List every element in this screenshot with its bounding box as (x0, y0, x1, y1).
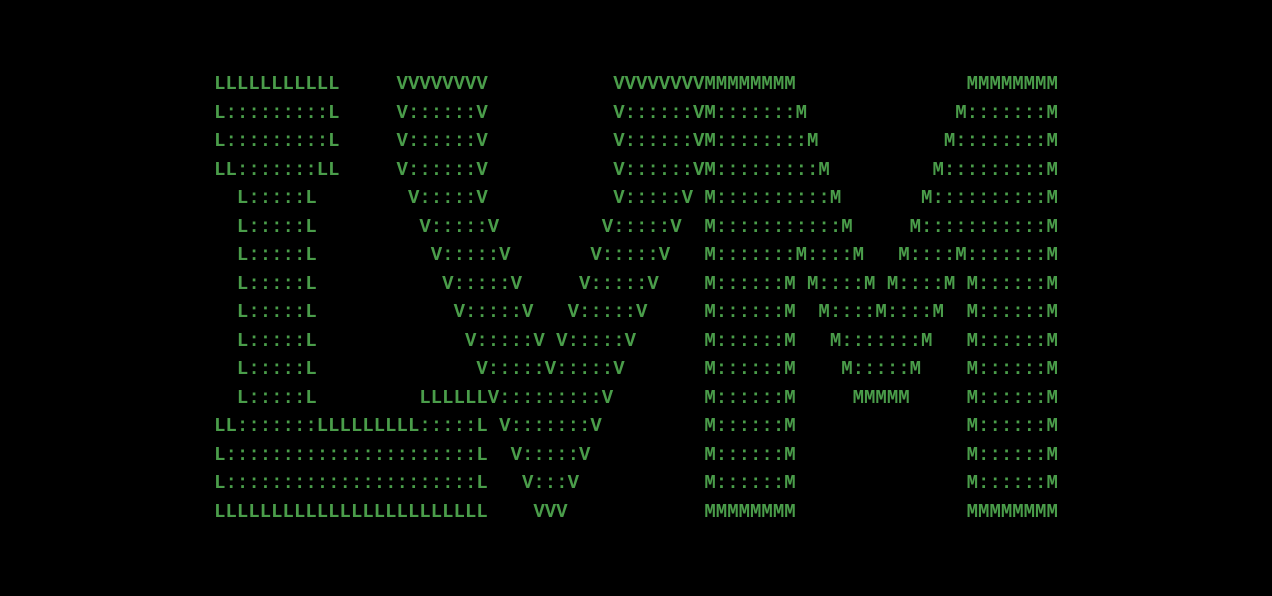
ascii-line: L:::::L V:::::V:::::V M::::::M M:::::M M… (214, 358, 1058, 380)
ascii-line: LLLLLLLLLLLLLLLLLLLLLLLL VVV MMMMMMMM MM… (214, 501, 1058, 523)
ascii-line: LLLLLLLLLLL VVVVVVVV VVVVVVVVMMMMMMMM MM… (214, 73, 1058, 95)
ascii-line: L:::::::::L V::::::V V::::::VM::::::::M … (214, 130, 1058, 152)
ascii-line: L:::::L V:::::V V:::::V M:::::::::::M M:… (214, 216, 1058, 238)
ascii-art-lvm: LLLLLLLLLLL VVVVVVVV VVVVVVVVMMMMMMMM MM… (214, 70, 1058, 526)
ascii-line: LL:::::::LL V::::::V V::::::VM:::::::::M… (214, 159, 1058, 181)
ascii-line: L::::::::::::::::::::::L V:::V M::::::M … (214, 472, 1058, 494)
ascii-line: L:::::::::L V::::::V V::::::VM:::::::M M… (214, 102, 1058, 124)
ascii-line: L:::::L V:::::V V:::::V M::::::::::M M::… (214, 187, 1058, 209)
ascii-line: L:::::L LLLLLLV:::::::::V M::::::M MMMMM… (214, 387, 1058, 409)
ascii-line: L:::::L V:::::V V:::::V M::::::M M::::M … (214, 273, 1058, 295)
ascii-line: LL:::::::LLLLLLLLL:::::L V:::::::V M::::… (214, 415, 1058, 437)
ascii-line: L:::::L V:::::V V:::::V M::::::M M::::::… (214, 330, 1058, 352)
ascii-line: L:::::L V:::::V V:::::V M:::::::M::::M M… (214, 244, 1058, 266)
ascii-line: L:::::L V:::::V V:::::V M::::::M M::::M:… (214, 301, 1058, 323)
ascii-line: L::::::::::::::::::::::L V:::::V M::::::… (214, 444, 1058, 466)
